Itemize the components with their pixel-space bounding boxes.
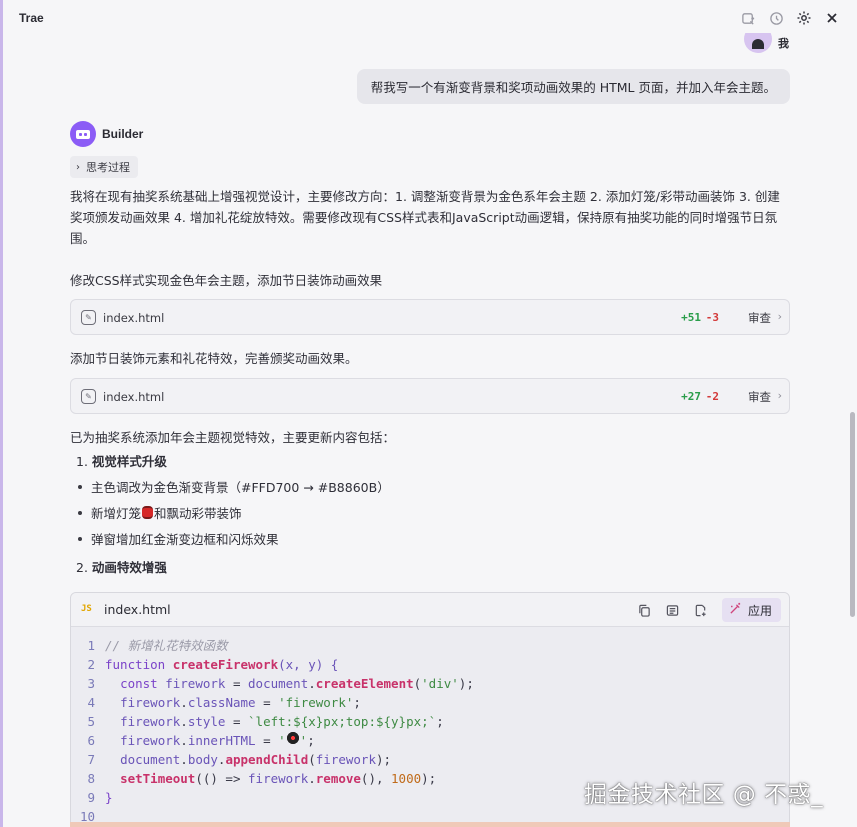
thinking-process-toggle[interactable]: › 思考过程	[70, 156, 138, 178]
settings-icon[interactable]	[795, 9, 813, 27]
deletions-count: -3	[705, 311, 719, 324]
edit-file-icon: ✎	[81, 389, 96, 404]
app-title: Trae	[19, 11, 44, 25]
window-left-accent	[0, 0, 3, 827]
additions-count: +27	[681, 390, 701, 403]
user-message-text: 帮我写一个有渐变背景和奖项动画效果的 HTML 页面，并加入年会主题。	[370, 80, 776, 95]
code-line: 6 firework. innerHTML = ' ';	[87, 731, 315, 748]
new-chat-icon[interactable]	[739, 9, 757, 27]
code-toolbar: 应用	[638, 598, 781, 622]
user-avatar	[744, 33, 772, 53]
user-name: 我	[778, 37, 789, 50]
file-name: index.html	[103, 390, 165, 404]
builder-avatar-icon	[70, 121, 96, 147]
step2-text: 添加节日装饰元素和礼花特效，完善颁奖动画效果。	[70, 351, 358, 366]
code-line: 3 const firework = document. createElemen…	[87, 676, 474, 691]
bullet-item: 新增灯笼 和飘动彩带装饰	[78, 503, 242, 522]
chevron-right-icon: ›	[777, 389, 782, 402]
step1-text: 修改CSS样式实现金色年会主题，添加节日装饰动画效果	[70, 273, 383, 288]
thinking-label: 思考过程	[86, 161, 130, 174]
list-item-2-title: 动画特效增强	[91, 560, 167, 575]
additions-count: +51	[681, 311, 701, 324]
apply-label: 应用	[747, 603, 772, 618]
bullet-item: 弹窗增加红金渐变边框和闪烁效果	[78, 529, 279, 548]
title-bar: Trae	[3, 0, 857, 36]
next-block-edge	[70, 822, 790, 827]
scrollbar-thumb[interactable]	[850, 412, 855, 617]
chevron-right-icon: ›	[777, 310, 782, 323]
list-item-1-title: 视觉样式升级	[91, 454, 167, 469]
file-name: index.html	[103, 311, 165, 325]
insert-into-terminal-icon[interactable]	[666, 603, 680, 617]
title-bar-actions	[739, 9, 841, 27]
firework-emoji-icon	[285, 731, 300, 745]
add-to-file-icon[interactable]	[694, 603, 708, 617]
bullet-item: 主色调改为金色渐变背景（#FFD700 → #B8860B）	[78, 477, 390, 496]
copy-icon[interactable]	[638, 603, 652, 617]
close-icon[interactable]	[823, 9, 841, 27]
code-line: 7 document. body. appendChild(firework);	[87, 752, 392, 767]
list-item-1: 1. 视觉样式升级	[76, 454, 167, 469]
builder-name: Builder	[102, 127, 144, 141]
code-line: 2 function createFirework (x, y) {	[87, 657, 339, 672]
code-line: 4 firework. className = 'firework';	[87, 695, 361, 710]
deletions-count: -2	[705, 390, 719, 403]
summary-text: 已为抽奖系统添加年会主题视觉特效，主要更新内容包括：	[70, 430, 396, 445]
lantern-icon	[142, 506, 154, 519]
edit-file-icon: ✎	[81, 310, 96, 325]
magic-wand-icon	[729, 602, 742, 618]
list-item-2: 2. 动画特效增强	[76, 560, 167, 575]
code-line: 5 firework. style = `left:${x}px;top:${y}…	[87, 714, 444, 729]
watermark: 掘金技术社区 @ 不惑_	[584, 782, 824, 808]
intro-paragraph: 我将在现有抽奖系统基础上增强视觉设计，主要修改方向：1. 调整渐变背景为金色系年…	[70, 189, 780, 246]
user-message-bubble: 帮我写一个有渐变背景和奖项动画效果的 HTML 页面，并加入年会主题。	[356, 69, 790, 104]
apply-button[interactable]: 应用	[721, 598, 781, 622]
file-change-card[interactable]: ✎ index.html +51 -3 审查 ›	[70, 299, 790, 335]
review-button[interactable]: 审查	[748, 310, 771, 326]
code-block-header: JS index.html 应用	[71, 593, 789, 627]
js-file-icon: JS	[81, 604, 92, 614]
file-change-card[interactable]: ✎ index.html +27 -2 审查 ›	[70, 378, 790, 414]
code-file-name: index.html	[104, 602, 171, 617]
chevron-right-icon: ›	[76, 161, 80, 173]
code-line: 1// 新增礼花特效函数	[87, 638, 228, 653]
review-button[interactable]: 审查	[748, 389, 771, 405]
history-icon[interactable]	[767, 9, 785, 27]
